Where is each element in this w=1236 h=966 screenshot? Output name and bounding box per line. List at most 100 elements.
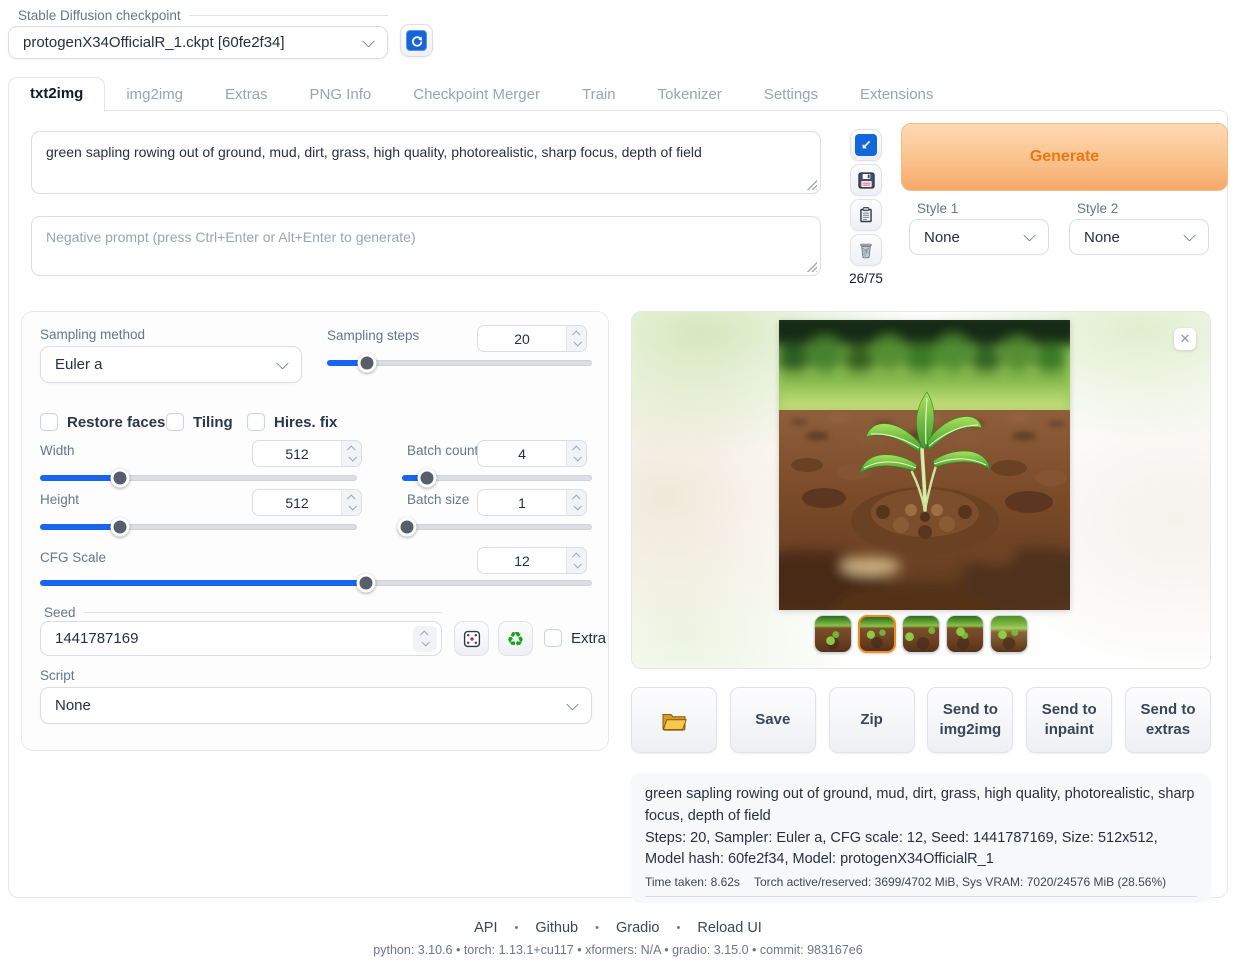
clipboard-icon (857, 206, 875, 224)
reuse-seed-button[interactable]: ♻ (498, 621, 533, 656)
stepper-icon[interactable] (566, 441, 586, 466)
send-to-inpaint-button[interactable]: Send to inpaint (1026, 687, 1112, 753)
chevron-down-icon (276, 356, 289, 369)
stepper-icon[interactable] (566, 326, 586, 351)
extra-seed-checkbox[interactable]: Extra (544, 629, 606, 647)
clear-prompt-button[interactable] (850, 234, 882, 266)
batch-size-slider[interactable] (402, 524, 592, 530)
seed-input[interactable]: 1441787169 (40, 621, 442, 656)
height-input[interactable]: 512 (252, 489, 362, 516)
stepper-icon[interactable] (341, 490, 361, 515)
footer: API • Github • Gradio • Reload UI python… (0, 920, 1236, 957)
prompt-textarea[interactable]: green sapling rowing out of ground, mud,… (31, 131, 821, 194)
footer-link-gradio[interactable]: Gradio (616, 920, 660, 936)
restore-faces-label: Restore faces (67, 414, 165, 431)
script-dropdown[interactable]: None (40, 687, 592, 724)
thumbnail-1[interactable] (814, 615, 852, 653)
save-style-button[interactable] (850, 164, 882, 196)
slider-handle[interactable] (397, 518, 416, 537)
width-slider[interactable] (40, 475, 357, 481)
refresh-checkpoints-button[interactable] (400, 24, 433, 57)
thumbnail-strip (632, 615, 1210, 653)
height-label: Height (40, 492, 79, 507)
stepper-icon[interactable] (566, 490, 586, 515)
batch-count-input[interactable]: 4 (477, 440, 587, 467)
generation-settings-panel: Sampling method Euler a Sampling steps 2… (21, 311, 609, 751)
negative-prompt-placeholder: Negative prompt (press Ctrl+Enter or Alt… (46, 229, 416, 245)
recycle-icon: ♻ (507, 629, 525, 649)
generated-image[interactable] (779, 320, 1070, 610)
restore-faces-checkbox[interactable]: Restore faces (40, 413, 165, 431)
slider-handle[interactable] (356, 574, 375, 593)
slider-handle[interactable] (358, 354, 377, 373)
style1-value: None (924, 229, 960, 246)
script-label: Script (40, 668, 75, 683)
style2-dropdown[interactable]: None (1069, 219, 1209, 255)
info-time-taken: Time taken: 8.62s (645, 875, 740, 889)
sampling-method-dropdown[interactable]: Euler a (40, 346, 302, 383)
cfg-scale-label: CFG Scale (40, 550, 106, 565)
tab-img2img[interactable]: img2img (105, 79, 204, 111)
checkbox-icon[interactable] (247, 413, 265, 431)
height-value: 512 (253, 495, 341, 511)
zip-button[interactable]: Zip (829, 687, 915, 753)
style1-dropdown[interactable]: None (909, 219, 1049, 255)
tab-checkpoint-merger[interactable]: Checkpoint Merger (392, 79, 561, 111)
hires-fix-checkbox[interactable]: Hires. fix (247, 413, 337, 431)
thumbnail-2-selected[interactable] (858, 615, 896, 653)
send-to-extras-button[interactable]: Send to extras (1125, 687, 1211, 753)
sampling-steps-input[interactable]: 20 (477, 325, 587, 352)
paste-generation-params-button[interactable] (850, 129, 882, 161)
tab-txt2img[interactable]: txt2img (8, 77, 105, 112)
sampling-method-label: Sampling method (40, 327, 145, 342)
footer-link-api[interactable]: API (474, 920, 497, 936)
open-folder-button[interactable] (631, 687, 717, 753)
apply-style-button[interactable] (850, 199, 882, 231)
resize-handle-icon[interactable] (806, 261, 817, 272)
floppy-disk-icon (857, 171, 876, 190)
sampling-steps-slider[interactable] (327, 360, 592, 366)
tiling-checkbox[interactable]: Tiling (166, 413, 233, 431)
tab-tokenizer[interactable]: Tokenizer (637, 79, 743, 111)
tab-train[interactable]: Train (561, 79, 637, 111)
tab-extensions[interactable]: Extensions (839, 79, 954, 111)
thumbnail-3[interactable] (902, 615, 940, 653)
generate-button[interactable]: Generate (901, 123, 1228, 191)
script-value: None (55, 697, 91, 714)
thumbnail-5[interactable] (990, 615, 1028, 653)
resize-handle-icon[interactable] (806, 179, 817, 190)
checkbox-icon[interactable] (40, 413, 58, 431)
output-gallery: ✕ (631, 311, 1211, 669)
slider-handle[interactable] (110, 469, 129, 488)
batch-size-input[interactable]: 1 (477, 489, 587, 516)
version-info: python: 3.10.6 • torch: 1.13.1+cu117 • x… (0, 943, 1236, 957)
style2-label: Style 2 (1077, 201, 1118, 216)
checkbox-icon[interactable] (166, 413, 184, 431)
cfg-scale-slider[interactable] (40, 580, 592, 586)
tab-extras[interactable]: Extras (204, 79, 289, 111)
batch-count-slider[interactable] (402, 475, 592, 481)
close-gallery-button[interactable]: ✕ (1174, 328, 1196, 350)
tab-settings[interactable]: Settings (743, 79, 839, 111)
footer-link-github[interactable]: Github (535, 920, 578, 936)
stepper-icon[interactable] (341, 441, 361, 466)
save-button[interactable]: Save (730, 687, 816, 753)
negative-prompt-textarea[interactable]: Negative prompt (press Ctrl+Enter or Alt… (31, 216, 821, 276)
stepper-icon[interactable] (566, 548, 586, 573)
bullet-separator: • (677, 922, 681, 934)
random-seed-button[interactable] (454, 621, 489, 656)
slider-handle[interactable] (110, 518, 129, 537)
slider-handle[interactable] (418, 469, 437, 488)
footer-link-reload-ui[interactable]: Reload UI (697, 920, 761, 936)
thumbnail-4[interactable] (946, 615, 984, 653)
trash-icon (857, 241, 875, 259)
width-input[interactable]: 512 (252, 440, 362, 467)
sampling-steps-label: Sampling steps (327, 328, 419, 343)
checkpoint-dropdown[interactable]: protogenX34OfficialR_1.ckpt [60fe2f34] (8, 26, 388, 59)
send-to-img2img-button[interactable]: Send to img2img (927, 687, 1013, 753)
stepper-icon[interactable] (413, 626, 437, 652)
checkbox-icon[interactable] (544, 629, 562, 647)
cfg-scale-input[interactable]: 12 (477, 547, 587, 574)
tab-png-info[interactable]: PNG Info (289, 79, 393, 111)
height-slider[interactable] (40, 524, 357, 530)
